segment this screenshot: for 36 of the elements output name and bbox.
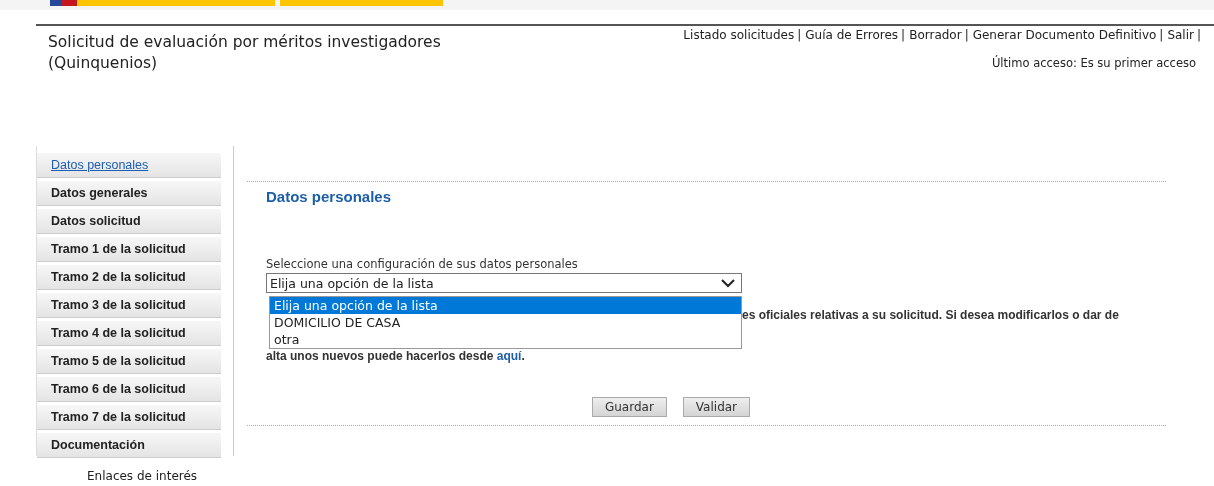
nav-link[interactable]: Guía de Errores [805,28,899,42]
nav-link[interactable]: Borrador [909,28,962,42]
nav-link[interactable]: Salir [1167,28,1194,42]
sidebar-item[interactable]: Tramo 1 de la solicitud [37,237,221,262]
sidebar-item[interactable]: Tramo 4 de la solicitud [37,321,221,346]
page-title: Solicitud de evaluación por méritos investigadores (Quinquenios) [48,32,442,74]
nav-link[interactable]: Listado solicitudes [683,28,795,42]
sidebar-item[interactable]: Tramo 7 de la solicitud [37,405,221,430]
separator: | [1196,28,1201,42]
period-text: . [521,349,525,363]
sidebar-item[interactable]: Documentación [37,433,221,458]
sidebar-item[interactable]: Tramo 3 de la solicitud [37,293,221,318]
dropdown-option[interactable]: otra [270,331,741,348]
dropdown-option[interactable]: Elija una opción de la lista [270,297,741,314]
dropdown-option[interactable]: DOMICILIO DE CASA [270,314,741,331]
select-label: Seleccione una configuración de sus datos personales [266,257,579,271]
sidebar-item[interactable]: Datos generales [37,181,221,206]
chevron-down-icon [721,278,735,288]
separator: | [901,28,906,42]
separator: | [964,28,969,42]
form-button[interactable]: Validar [682,397,751,417]
nav-link[interactable]: Generar Documento Definitivo [972,28,1157,42]
sidebar-item[interactable]: Datos personales [37,153,221,178]
sidebar-item[interactable]: Tramo 6 de la solicitud [37,377,221,402]
select-field[interactable]: Elija una opción de la lista [266,273,742,293]
notice-text: es oficiales relativas a su solicitud. Si desea modificarlos o dar de [742,308,1119,322]
notice-text: alta unos nuevos puede hacerlos desde [266,349,494,363]
links-heading[interactable]: Enlaces de interés [87,469,198,483]
section-heading: Datos personales [266,188,393,205]
form-button[interactable]: Guardar [591,397,667,417]
sidebar-item[interactable]: Datos solicitud [37,209,221,234]
last-access-text: Último acceso: Es su primer acceso [991,56,1196,70]
separator: | [797,28,802,42]
sidebar-item[interactable]: Tramo 2 de la solicitud [37,265,221,290]
sidebar-item[interactable]: Tramo 5 de la solicitud [37,349,221,374]
separator: | [1159,28,1164,42]
